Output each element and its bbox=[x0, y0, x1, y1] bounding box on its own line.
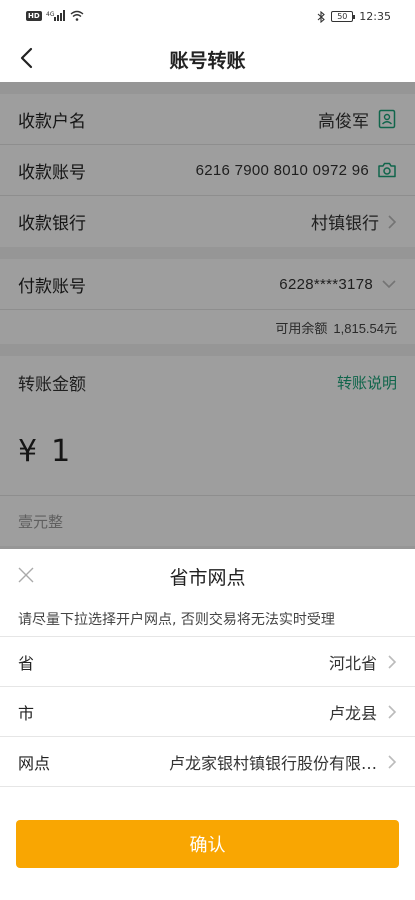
branch-picker-sheet: 省市网点 请尽量下拉选择开户网点, 否则交易将无法实时受理 省 河北省 市 卢龙… bbox=[0, 549, 415, 900]
province-label: 省 bbox=[18, 653, 35, 673]
status-bar: HD 4G 50 12:35 bbox=[0, 0, 415, 34]
branch-label: 网点 bbox=[18, 753, 51, 773]
battery-icon: 50 bbox=[331, 11, 356, 22]
confirm-button[interactable]: 确认 bbox=[16, 820, 399, 868]
city-value-wrap: 卢龙县 bbox=[329, 700, 397, 724]
sheet-title: 省市网点 bbox=[169, 567, 246, 589]
sheet-hint: 请尽量下拉选择开户网点, 否则交易将无法实时受理 bbox=[0, 601, 415, 637]
province-value: 河北省 bbox=[328, 653, 377, 673]
chevron-right-icon bbox=[387, 704, 397, 720]
branch-value-wrap: 卢龙家银村镇银行股份有限… bbox=[169, 750, 397, 774]
nav-bar: 账号转账 bbox=[0, 34, 415, 82]
bluetooth-icon bbox=[317, 10, 326, 23]
city-row[interactable]: 市 卢龙县 bbox=[0, 687, 415, 737]
hd-badge: HD bbox=[26, 10, 42, 21]
branch-value: 卢龙家银村镇银行股份有限… bbox=[168, 753, 377, 773]
wifi-icon bbox=[70, 10, 84, 21]
chevron-right-icon bbox=[387, 654, 397, 670]
chevron-right-icon bbox=[387, 754, 397, 770]
clock: 12:35 bbox=[359, 10, 391, 23]
svg-text:4G: 4G bbox=[46, 11, 55, 18]
city-value: 卢龙县 bbox=[328, 703, 377, 723]
sheet-header: 省市网点 bbox=[0, 549, 415, 601]
status-right: 50 12:35 bbox=[317, 10, 391, 23]
signal-icon: 4G bbox=[46, 10, 66, 21]
branch-row[interactable]: 网点 卢龙家银村镇银行股份有限… bbox=[0, 737, 415, 787]
page-title: 账号转账 bbox=[169, 50, 246, 72]
city-label: 市 bbox=[18, 703, 35, 723]
province-value-wrap: 河北省 bbox=[329, 650, 397, 674]
province-row[interactable]: 省 河北省 bbox=[0, 637, 415, 687]
status-left: HD 4G bbox=[26, 10, 84, 21]
